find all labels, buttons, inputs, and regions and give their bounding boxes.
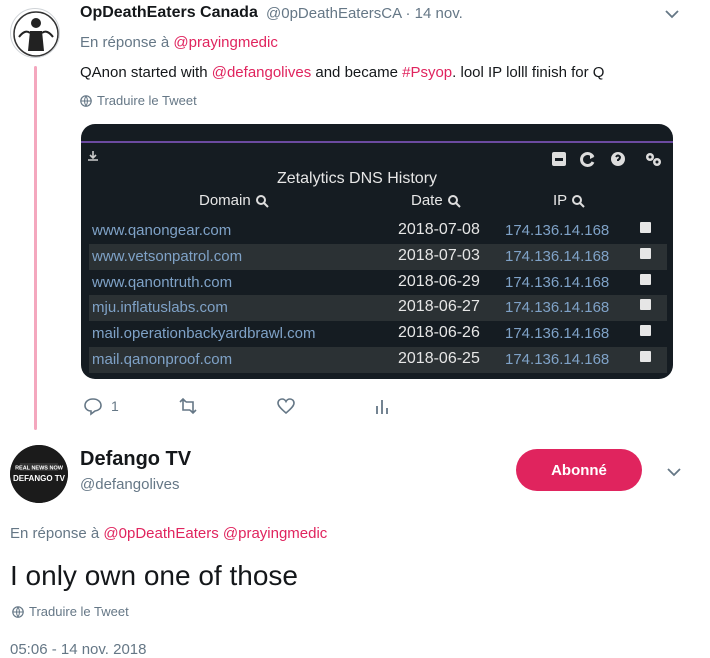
tweet-media-image[interactable]: Zetalytics DNS History Domain Date IP ww… [81,124,673,379]
help-icon [611,152,625,166]
analytics-icon [376,400,388,414]
following-button[interactable]: Abonné [516,449,642,491]
search-icon [255,194,269,208]
reply-to-link[interactable]: @prayingmedic [173,34,277,51]
timestamp[interactable]: 05:06 - 14 nov. 2018 [10,641,147,658]
column-header-label: IP [553,192,568,209]
search-icon [572,194,585,208]
column-header-label: Domain [199,192,251,209]
avatar[interactable]: REAL NEWS NOW DEFANGO TV [10,445,68,503]
like-button[interactable] [276,396,296,416]
analytics-button[interactable] [374,396,390,416]
tweet-date[interactable]: 14 nov. [415,5,463,22]
domain-cell: mju.inflatuslabs.com [92,299,228,317]
date-cell: 2018-06-27 [398,298,480,316]
table-row: www.qanontruth.com 2018-06-29 174.136.14… [89,270,667,296]
ip-cell: 174.136.14.168 [505,222,610,239]
external-link-icon [640,222,651,233]
date-cell: 2018-06-26 [398,324,480,342]
anonymous-mask-icon [13,11,59,57]
globe-icon [12,605,24,618]
table-row: mail.operationbackyardbrawl.com 2018-06-… [89,321,667,347]
tweet-text: I only own one of those [10,560,298,591]
reply-context: En réponse à @0pDeathEaters @prayingmedi… [10,525,327,542]
ip-cell: 174.136.14.168 [505,299,610,317]
refresh-icon [580,152,595,167]
translate-label: Traduire le Tweet [29,604,129,619]
column-header-label: Date [411,192,443,209]
reply-to-link[interactable]: @prayingmedic [223,525,327,542]
domain-cell: mail.qanonproof.com [92,350,233,368]
translate-label: Traduire le Tweet [97,93,197,108]
table-row: www.vetsonpatrol.com 2018-07-03 174.136.… [89,243,667,270]
date-cell: 2018-07-08 [398,221,480,238]
external-link-icon [640,299,651,311]
heart-icon [277,398,295,415]
column-header-domain: Domain [199,192,269,209]
domain-cell: mail.operationbackyardbrawl.com [92,325,316,343]
avatar-line2: DEFANGO TV [13,474,66,483]
tweet-meta: @0pDeathEatersCA · 14 nov. [266,5,463,22]
separator: · [405,5,411,22]
display-name[interactable]: OpDeathEaters Canada [80,4,258,22]
search-icon [447,194,461,208]
date-cell: 2018-06-29 [398,272,480,290]
translate-tweet-link[interactable]: Traduire le Tweet [80,93,197,108]
reply-context: En réponse à @prayingmedic [80,34,278,51]
external-link-icon [640,247,651,259]
text-part: . lool IP lolll finish for Q [452,64,605,81]
retweet-button[interactable] [176,396,200,416]
hashtag-link[interactable]: #Psyop [402,64,452,81]
download-icon [88,151,98,161]
reply-to-link[interactable]: @0pDeathEaters [103,525,218,542]
translate-tweet-link[interactable]: Traduire le Tweet [12,604,129,619]
table-row: mju.inflatuslabs.com 2018-06-27 174.136.… [89,295,667,322]
handle[interactable]: @0pDeathEatersCA [266,5,401,22]
chevron-down-icon[interactable] [666,464,682,480]
ip-cell: 174.136.14.168 [505,350,610,368]
date-cell: 2018-07-03 [398,246,480,264]
dns-table: www.qanongear.com 2018-07-08 174.136.14.… [89,218,667,373]
column-header-ip: IP [553,192,585,209]
avatar[interactable] [10,8,60,58]
display-name[interactable]: Defango TV [80,448,191,471]
reply-prefix: En réponse à [80,34,170,51]
domain-cell: www.qanongear.com [92,222,232,239]
reply-prefix: En réponse à [10,525,100,542]
domain-cell: www.vetsonpatrol.com [92,247,243,265]
table-row: www.qanongear.com 2018-07-08 174.136.14.… [89,218,667,244]
external-link-icon [640,273,651,285]
save-icon [552,152,566,166]
mention-link[interactable]: @defangolives [212,64,311,81]
tweet-text: QAnon started with @defangolives and bec… [80,64,604,81]
reply-icon [84,398,102,416]
column-header-date: Date [411,192,461,209]
chart-title: Zetalytics DNS History [277,170,438,187]
external-link-icon [640,350,651,362]
top-band [81,141,673,143]
text-part: and became [311,64,403,81]
ip-cell: 174.136.14.168 [505,273,610,291]
avatar-line1: REAL NEWS NOW [15,466,64,472]
globe-icon [80,94,92,107]
ip-cell: 174.136.14.168 [505,247,610,265]
external-link-icon [640,325,651,337]
thread-line [34,66,37,430]
date-cell: 2018-06-25 [398,349,480,367]
reply-count: 1 [111,398,119,414]
domain-cell: www.qanontruth.com [92,273,233,291]
settings-icon [646,153,661,166]
retweet-icon [179,397,197,415]
text-part: QAnon started with [80,64,212,81]
handle[interactable]: @defangolives [80,476,179,493]
defango-tv-logo-icon: REAL NEWS NOW DEFANGO TV [10,445,68,503]
reply-button[interactable]: 1 [83,396,119,416]
ip-cell: 174.136.14.168 [505,325,610,343]
table-row: mail.qanonproof.com 2018-06-25 174.136.1… [89,346,667,373]
chevron-down-icon[interactable] [664,6,680,22]
